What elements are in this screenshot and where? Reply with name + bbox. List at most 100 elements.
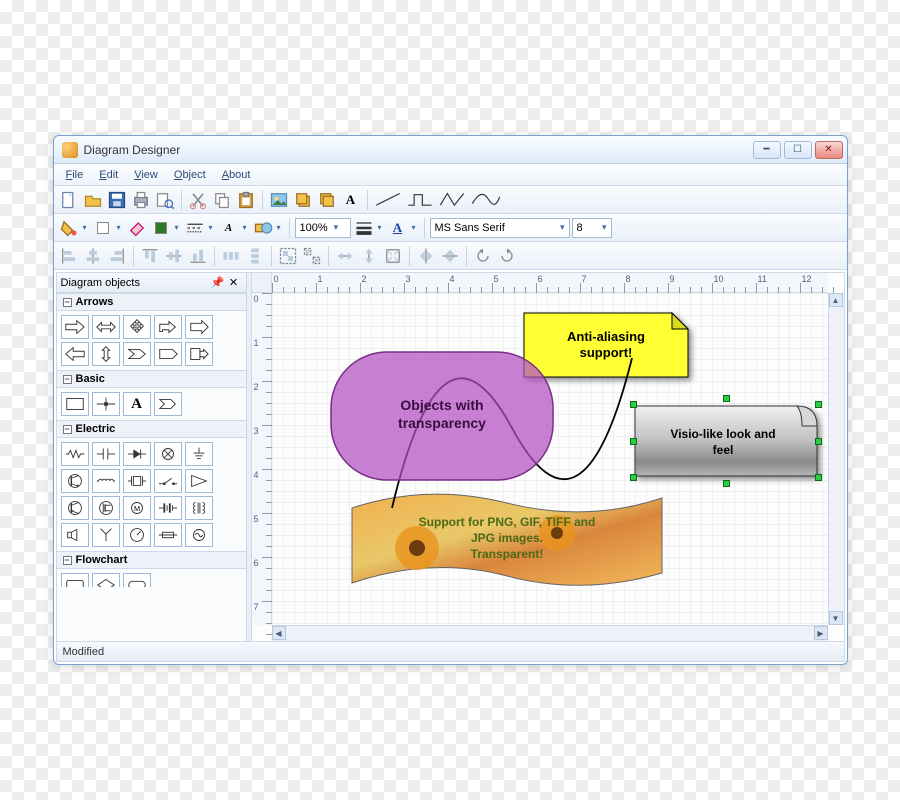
zoom-combo[interactable]: 100%▾ bbox=[295, 218, 351, 238]
line-style-dropdown[interactable]: ▾ bbox=[184, 217, 216, 239]
menu-about[interactable]: About bbox=[214, 166, 259, 184]
shape-battery[interactable] bbox=[154, 496, 182, 520]
line-tool-button[interactable] bbox=[373, 189, 403, 211]
curve-tool-button[interactable] bbox=[469, 189, 503, 211]
shape-motor[interactable]: M bbox=[123, 496, 151, 520]
align-center-h-button[interactable] bbox=[82, 245, 104, 267]
copy-button[interactable] bbox=[211, 189, 233, 211]
category-flowchart[interactable]: −Flowchart bbox=[57, 551, 246, 569]
insert-image-button[interactable] bbox=[268, 189, 290, 211]
new-button[interactable] bbox=[58, 189, 80, 211]
shape-text[interactable]: A bbox=[123, 392, 151, 416]
fill-color-dropdown[interactable]: ▾ bbox=[92, 217, 124, 239]
align-middle-v-button[interactable] bbox=[163, 245, 185, 267]
selection-handle[interactable] bbox=[630, 438, 637, 445]
shape-arrow-quad[interactable] bbox=[123, 315, 151, 339]
shape-opamp[interactable] bbox=[185, 469, 213, 493]
sidebar-close-icon[interactable]: ✕ bbox=[226, 276, 242, 290]
shape-arrow-double-v[interactable] bbox=[92, 342, 120, 366]
text-tool-button[interactable]: A bbox=[340, 189, 362, 211]
shape-switch[interactable] bbox=[154, 469, 182, 493]
selection-handle[interactable] bbox=[630, 474, 637, 481]
menu-edit[interactable]: Edit bbox=[91, 166, 126, 184]
shape-ground[interactable] bbox=[185, 442, 213, 466]
shape-meter[interactable] bbox=[123, 523, 151, 547]
object-image-banner[interactable]: Support for PNG, GIF, TIFF and JPG image… bbox=[347, 478, 667, 598]
same-height-button[interactable] bbox=[358, 245, 380, 267]
shape-fuse[interactable] bbox=[154, 523, 182, 547]
same-size-button[interactable] bbox=[382, 245, 404, 267]
shape-arrow-block[interactable] bbox=[185, 315, 213, 339]
selection-handle[interactable] bbox=[815, 401, 822, 408]
print-button[interactable] bbox=[130, 189, 152, 211]
shape-diode[interactable] bbox=[123, 442, 151, 466]
shape-arrow-pentagon[interactable] bbox=[154, 342, 182, 366]
shape-speaker[interactable] bbox=[61, 523, 89, 547]
shape-arrow-callout[interactable] bbox=[185, 342, 213, 366]
minimize-button[interactable]: ━ bbox=[753, 141, 781, 159]
object-scroll-selected[interactable]: Visio-like look and feel bbox=[627, 398, 827, 488]
shape-inductor[interactable] bbox=[92, 469, 120, 493]
shape-fet[interactable] bbox=[92, 496, 120, 520]
group-button[interactable] bbox=[277, 245, 299, 267]
scroll-up-button[interactable]: ▲ bbox=[829, 293, 843, 307]
align-left-button[interactable] bbox=[58, 245, 80, 267]
category-arrows[interactable]: −Arrows bbox=[57, 293, 246, 311]
fill-dropdown[interactable]: ▾ bbox=[58, 217, 90, 239]
align-right-button[interactable] bbox=[106, 245, 128, 267]
font-size-combo[interactable]: 8▾ bbox=[572, 218, 612, 238]
shape-decision[interactable] bbox=[92, 573, 120, 587]
ungroup-button[interactable] bbox=[301, 245, 323, 267]
pin-icon[interactable]: 📌 bbox=[210, 276, 226, 290]
shape-antenna[interactable] bbox=[92, 523, 120, 547]
shape-terminator[interactable] bbox=[123, 573, 151, 587]
scroll-right-button[interactable]: ▶ bbox=[814, 626, 828, 640]
distribute-v-button[interactable] bbox=[244, 245, 266, 267]
line-color-dropdown[interactable]: ▾ bbox=[150, 217, 182, 239]
align-top-button[interactable] bbox=[139, 245, 161, 267]
shape-rect[interactable] bbox=[61, 392, 89, 416]
selection-handle[interactable] bbox=[723, 395, 730, 402]
menu-file[interactable]: File bbox=[58, 166, 92, 184]
shape-arrow-left[interactable] bbox=[61, 342, 89, 366]
paste-button[interactable] bbox=[235, 189, 257, 211]
distribute-h-button[interactable] bbox=[220, 245, 242, 267]
shape-arrow-double-h[interactable] bbox=[92, 315, 120, 339]
selection-handle[interactable] bbox=[815, 474, 822, 481]
shape-process[interactable] bbox=[61, 573, 89, 587]
zigzag-tool-button[interactable] bbox=[437, 189, 467, 211]
shape-source[interactable] bbox=[185, 523, 213, 547]
menu-object[interactable]: Object bbox=[166, 166, 214, 184]
selection-handle[interactable] bbox=[630, 401, 637, 408]
align-bottom-button[interactable] bbox=[187, 245, 209, 267]
save-button[interactable] bbox=[106, 189, 128, 211]
category-electric[interactable]: −Electric bbox=[57, 420, 246, 438]
send-back-button[interactable] bbox=[316, 189, 338, 211]
polyline-tool-button[interactable] bbox=[405, 189, 435, 211]
shape-polygon[interactable] bbox=[154, 392, 182, 416]
shape-arrow-right[interactable] bbox=[61, 315, 89, 339]
font-name-combo[interactable]: MS Sans Serif▾ bbox=[430, 218, 570, 238]
shape-arrow-bend[interactable] bbox=[154, 315, 182, 339]
same-width-button[interactable] bbox=[334, 245, 356, 267]
shape-resistor[interactable] bbox=[61, 442, 89, 466]
shape-lamp[interactable] bbox=[154, 442, 182, 466]
shape-transistor-pnp[interactable] bbox=[61, 496, 89, 520]
rotate-left-button[interactable] bbox=[472, 245, 494, 267]
scrollbar-vertical[interactable]: ▲ ▼ bbox=[828, 293, 844, 625]
maximize-button[interactable]: ☐ bbox=[784, 141, 812, 159]
menu-view[interactable]: View bbox=[126, 166, 166, 184]
open-button[interactable] bbox=[82, 189, 104, 211]
shape-crystal[interactable] bbox=[123, 469, 151, 493]
eraser-button[interactable] bbox=[126, 217, 148, 239]
scrollbar-horizontal[interactable]: ◀ ▶ bbox=[272, 625, 828, 641]
flip-h-button[interactable] bbox=[415, 245, 437, 267]
shape-transistor-npn[interactable] bbox=[61, 469, 89, 493]
selection-handle[interactable] bbox=[723, 480, 730, 487]
canvas[interactable]: Anti-aliasing support! bbox=[272, 293, 828, 625]
shape-arrow-chevron[interactable] bbox=[123, 342, 151, 366]
text-color-dropdown[interactable]: A▾ bbox=[218, 217, 250, 239]
shape-transformer[interactable] bbox=[185, 496, 213, 520]
shape-capacitor[interactable] bbox=[92, 442, 120, 466]
scroll-left-button[interactable]: ◀ bbox=[272, 626, 286, 640]
